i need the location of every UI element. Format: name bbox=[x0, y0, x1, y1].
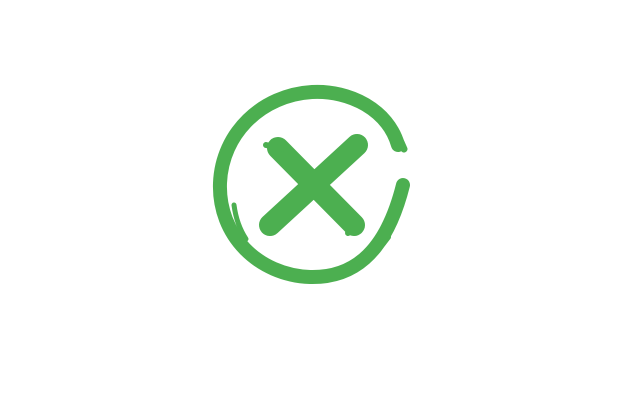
canvas bbox=[0, 0, 640, 400]
x-brush-edge-1 bbox=[263, 142, 287, 152]
close-circle-icon bbox=[200, 75, 420, 295]
brush-x-circle-graphic bbox=[212, 84, 410, 285]
